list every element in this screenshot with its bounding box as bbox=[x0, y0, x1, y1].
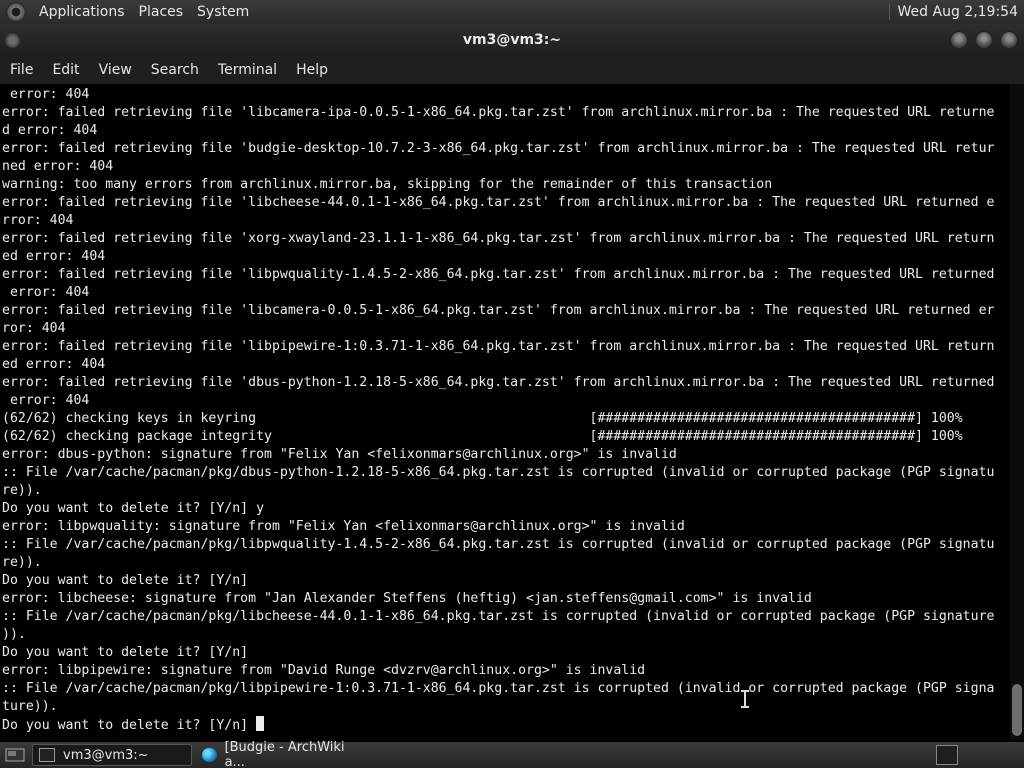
taskbar-item-label: [Budgie - ArchWiki a... bbox=[224, 740, 345, 768]
terminal-lines: error: 404 error: failed retrieving file … bbox=[2, 86, 1010, 716]
minimize-button[interactable] bbox=[950, 31, 968, 49]
terminal-line: error: failed retrieving file 'dbus-pyth… bbox=[2, 375, 995, 390]
terminal-line: error: 404 bbox=[2, 87, 90, 102]
terminal-scrollbar[interactable] bbox=[1010, 84, 1024, 740]
window-menu-icon[interactable] bbox=[5, 33, 20, 48]
terminal-prompt-line[interactable]: Do you want to delete it? [Y/n] bbox=[2, 716, 1010, 734]
terminal-line: error: libcheese: signature from "Jan Al… bbox=[2, 591, 812, 606]
terminal-line: error: failed retrieving file 'libpwqual… bbox=[2, 267, 995, 282]
terminal-line: re)). bbox=[2, 483, 42, 498]
close-button[interactable] bbox=[1000, 31, 1018, 49]
terminal-line: error: failed retrieving file 'libcamera… bbox=[2, 105, 995, 120]
show-desktop-button[interactable] bbox=[2, 744, 28, 766]
terminal-line: Do you want to delete it? [Y/n] bbox=[2, 573, 249, 588]
scrollbar-thumb[interactable] bbox=[1012, 684, 1022, 736]
taskbar-item-label: vm3@vm3:~ bbox=[63, 747, 149, 763]
edge-browser-icon bbox=[202, 748, 217, 762]
show-desktop-icon bbox=[5, 748, 25, 762]
terminal-line: ture)). bbox=[2, 699, 58, 714]
terminal-line: ned error: 404 bbox=[2, 159, 114, 174]
top-panel: Applications Places System Wed Aug 2,19:… bbox=[0, 0, 1024, 24]
window-title: vm3@vm3:~ bbox=[462, 32, 562, 48]
terminal-line: :: File /var/cache/pacman/pkg/libpwquali… bbox=[2, 537, 995, 552]
menubar: File Edit View Search Terminal Help bbox=[0, 56, 1024, 84]
terminal-line: Do you want to delete it? [Y/n] bbox=[2, 645, 249, 660]
terminal-line: d error: 404 bbox=[2, 123, 98, 138]
terminal-line: Do you want to delete it? [Y/n] y bbox=[2, 501, 265, 516]
applications-menu[interactable]: Applications bbox=[32, 4, 132, 20]
terminal-line: :: File /var/cache/pacman/pkg/dbus-pytho… bbox=[2, 465, 995, 480]
terminal-line: error: dbus-python: signature from "Feli… bbox=[2, 447, 677, 462]
terminal-line: ed error: 404 bbox=[2, 249, 106, 264]
window-titlebar[interactable]: vm3@vm3:~ bbox=[0, 24, 1024, 56]
terminal-line: error: libpipewire: signature from "Davi… bbox=[2, 663, 646, 678]
terminal-line: error: 404 bbox=[2, 393, 90, 408]
menu-view[interactable]: View bbox=[92, 62, 139, 78]
text-cursor bbox=[256, 716, 265, 731]
terminal-line: error: failed retrieving file 'budgie-de… bbox=[2, 141, 995, 156]
terminal-line: re)). bbox=[2, 555, 42, 570]
terminal-line: error: failed retrieving file 'libcheese… bbox=[2, 195, 995, 210]
menu-help[interactable]: Help bbox=[289, 62, 335, 78]
clock[interactable]: Wed Aug 2,19:54 bbox=[888, 4, 1024, 20]
terminal-line: (62/62) checking package integrity [####… bbox=[2, 429, 963, 444]
maximize-button[interactable] bbox=[975, 31, 993, 49]
terminal-line: error: 404 bbox=[2, 285, 90, 300]
system-menu[interactable]: System bbox=[190, 4, 256, 20]
terminal-line: (62/62) checking keys in keyring [######… bbox=[2, 411, 963, 426]
terminal-line: warning: too many errors from archlinux.… bbox=[2, 177, 773, 192]
terminal-line: :: File /var/cache/pacman/pkg/libcheese-… bbox=[2, 609, 995, 624]
terminal-line: error: failed retrieving file 'libcamera… bbox=[2, 303, 995, 318]
terminal-line: error: failed retrieving file 'libpipewi… bbox=[2, 339, 995, 354]
menu-search[interactable]: Search bbox=[144, 62, 206, 78]
ibeam-cursor-icon bbox=[740, 690, 750, 708]
menu-file[interactable]: File bbox=[3, 62, 40, 78]
terminal-line: ror: 404 bbox=[2, 321, 66, 336]
terminal-line: rror: 404 bbox=[2, 213, 74, 228]
terminal-line: :: File /var/cache/pacman/pkg/libpipewir… bbox=[2, 681, 995, 696]
terminal-icon bbox=[39, 748, 55, 762]
places-menu[interactable]: Places bbox=[132, 4, 191, 20]
taskbar-item-terminal[interactable]: vm3@vm3:~ bbox=[32, 744, 192, 766]
terminal-line: ed error: 404 bbox=[2, 357, 106, 372]
taskbar-item-browser[interactable]: [Budgie - ArchWiki a... bbox=[196, 740, 364, 768]
terminal-line: error: failed retrieving file 'xorg-xway… bbox=[2, 231, 995, 246]
workspace-switcher[interactable] bbox=[936, 745, 958, 765]
terminal-output[interactable]: error: 404 error: failed retrieving file … bbox=[0, 84, 1010, 740]
menu-terminal[interactable]: Terminal bbox=[211, 62, 284, 78]
menu-edit[interactable]: Edit bbox=[45, 62, 86, 78]
terminal-prompt: Do you want to delete it? [Y/n] bbox=[2, 718, 257, 733]
distro-logo-icon[interactable] bbox=[6, 2, 26, 22]
terminal-line: )). bbox=[2, 627, 26, 642]
bottom-panel: vm3@vm3:~ [Budgie - ArchWiki a... bbox=[0, 740, 1024, 768]
terminal-line: error: libpwquality: signature from "Fel… bbox=[2, 519, 685, 534]
